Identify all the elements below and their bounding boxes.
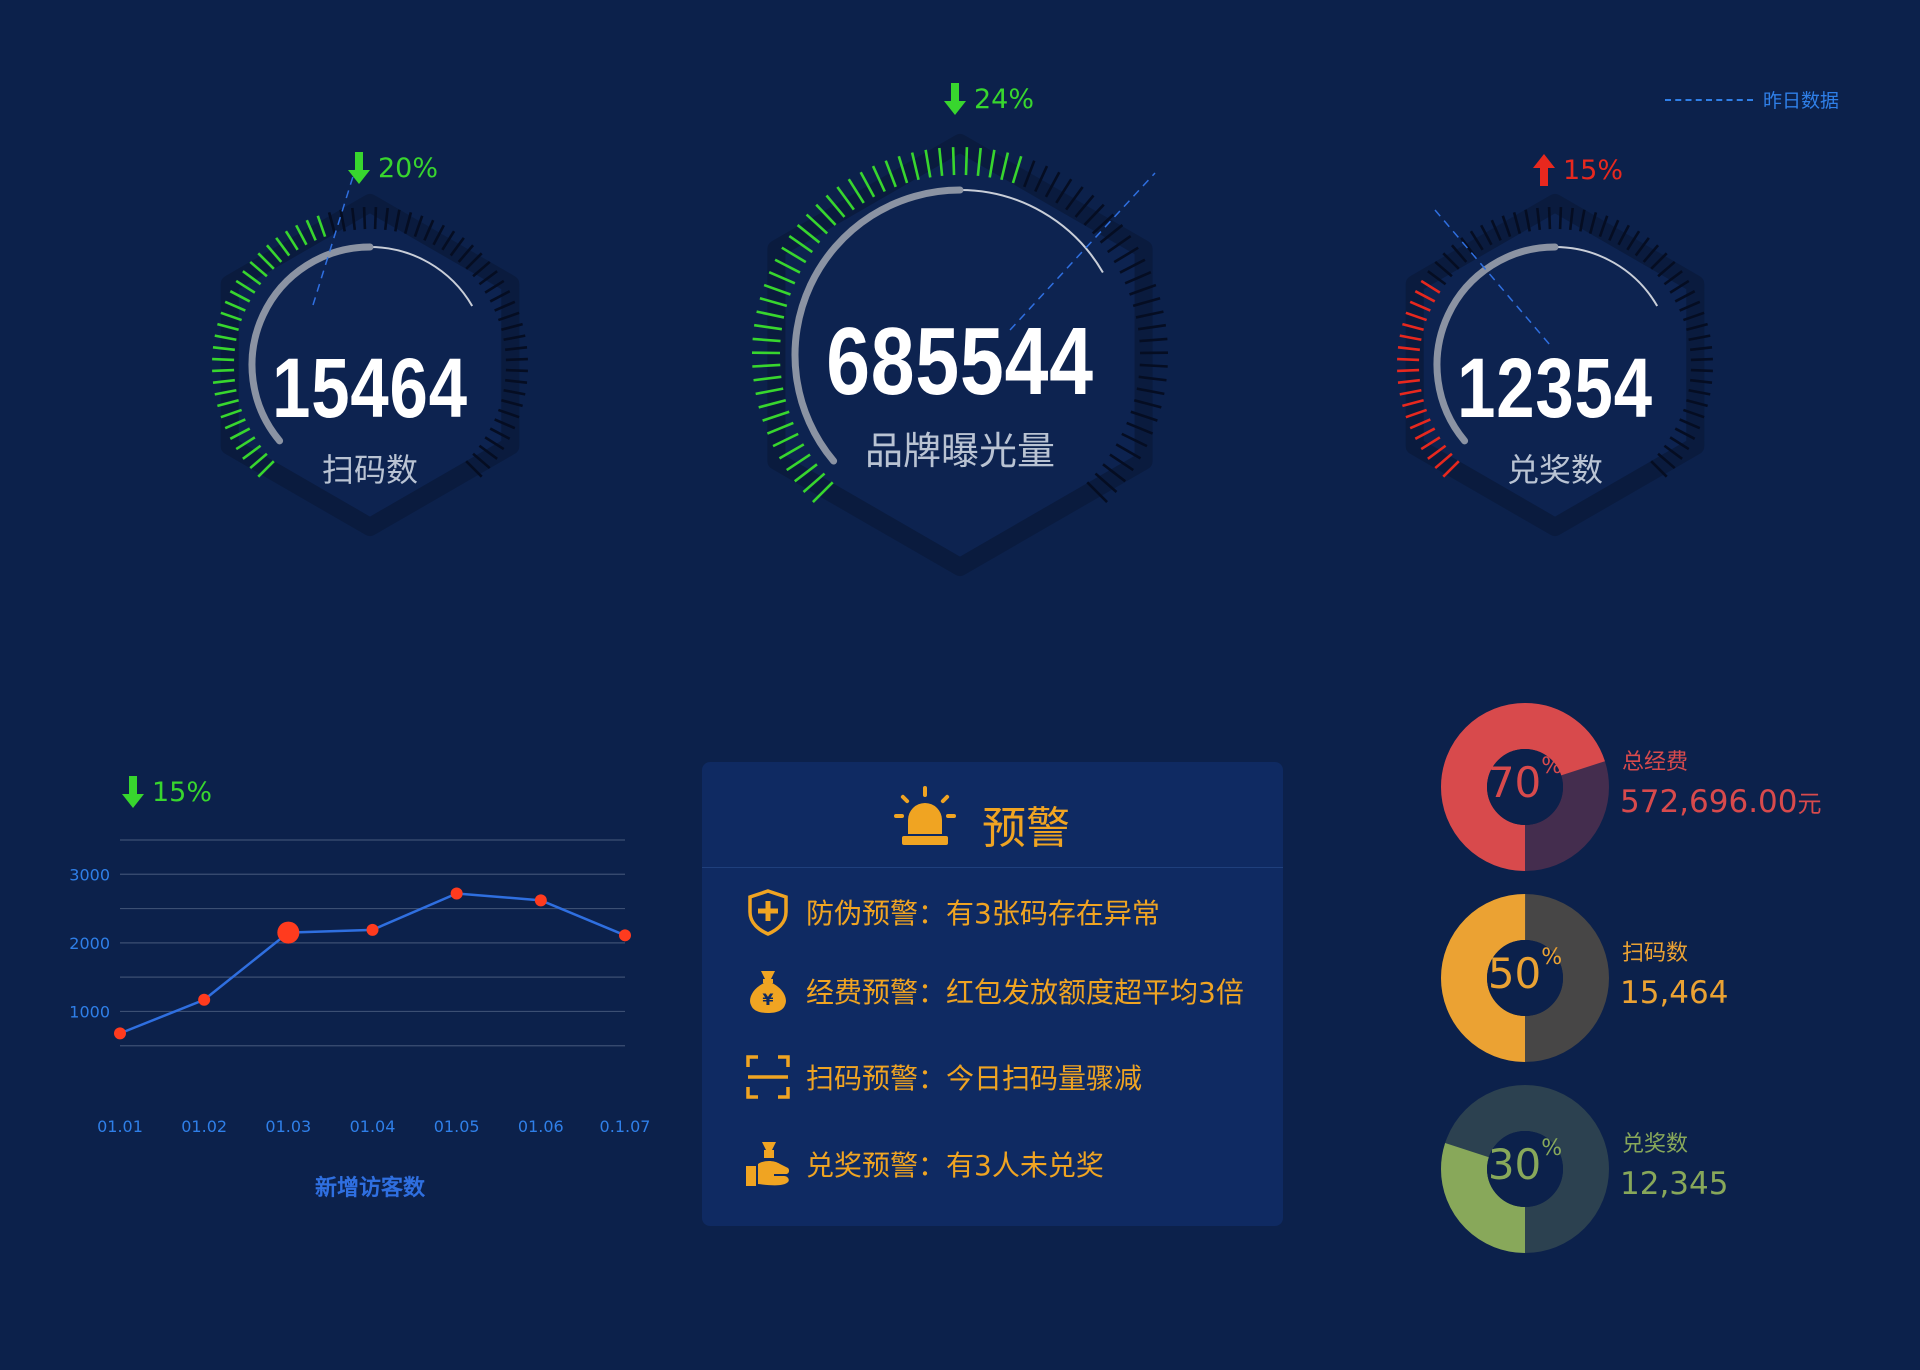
donut-value: 12,345 [1620, 1166, 1728, 1202]
warning-item-label: 防伪预警 [806, 897, 919, 930]
money-bag-icon: ¥ [744, 967, 792, 1015]
donut-scan-count: 50% 扫码数 15,464 [1440, 893, 1920, 1063]
legend: 昨日数据 [1665, 86, 1839, 113]
warning-title: 预警 [982, 803, 1070, 854]
donut-percent-sign: % [1541, 754, 1563, 779]
donut-percent-value: 30 [1487, 1140, 1542, 1189]
shield-plus-icon [744, 888, 792, 936]
warning-item-anticounterfeit: 防伪预警 ：有3张码存在异常 [744, 888, 1160, 936]
donut-label: 总经费 [1622, 750, 1689, 775]
donut-percent-sign: % [1541, 1136, 1563, 1161]
gauge-scan-count: 15464 扫码数 20% [170, 150, 570, 580]
gauge-redeem-count: 12354 兑奖数 15% [1355, 150, 1755, 580]
arrow-down-icon [348, 152, 370, 184]
data-point [534, 894, 547, 907]
gauge-tick [373, 207, 378, 230]
data-point [198, 993, 211, 1006]
warning-panel: 预警 防伪预警 ：有3张码存在异常 ¥ 经费预警 ：红包发放额度超平均3倍 扫码预警… [702, 762, 1283, 1226]
gauge-brand-exposure: 685544 品牌曝光量 24% [710, 83, 1210, 605]
gauge-delta-value: 20% [378, 152, 439, 184]
donut-value: 572,696.00元 [1620, 784, 1822, 820]
gauge-tick [362, 207, 367, 230]
warning-item-label: 经费预警 [806, 976, 919, 1009]
warning-item-scan: 扫码预警 ：今日扫码量骤减 [744, 1053, 1142, 1101]
warning-item-text: ：有3张码存在异常 [918, 897, 1160, 930]
x-tick-label: 01.05 [434, 1117, 480, 1136]
warning-item-redeem: 兑奖预警 ：有3人未兑奖 [744, 1140, 1104, 1188]
y-tick-label: 3000 [69, 865, 110, 884]
donut-percent: 30% [1440, 1136, 1610, 1189]
donut-percent-sign: % [1541, 945, 1563, 970]
donut-label: 扫码数 [1622, 941, 1689, 966]
donut-value-number: 15,464 [1620, 975, 1729, 1011]
donut-value-unit: 元 [1797, 790, 1822, 818]
gauge-delta-value: 24% [974, 83, 1035, 115]
warning-item-label: 扫码预警 [806, 1062, 919, 1095]
x-tick-label: 01.06 [518, 1117, 564, 1136]
x-tick-label: 01.01 [97, 1117, 143, 1136]
gauge-tick [1558, 207, 1563, 230]
legend-label: 昨日数据 [1763, 90, 1840, 112]
warning-item-text: ：红包发放额度超平均3倍 [918, 976, 1244, 1009]
warning-item-label: 兑奖预警 [806, 1149, 919, 1182]
donut-value-number: 12,345 [1620, 1166, 1729, 1202]
gauge-delta: 15% [1533, 154, 1623, 186]
donut-label: 兑奖数 [1622, 1132, 1689, 1157]
gauge-label: 兑奖数 [1506, 451, 1603, 489]
line-chart: 1000 2000 3000 01.01 01.02 01.03 01.04 01.05 01.… [60, 770, 660, 1210]
donut-value-number: 572,696.00 [1620, 784, 1798, 820]
donut-percent: 50% [1440, 945, 1610, 998]
scan-icon [744, 1053, 792, 1101]
arrow-down-icon [944, 83, 966, 115]
donut-percent: 70% [1440, 754, 1610, 807]
data-point [366, 923, 379, 936]
donut-value: 15,464 [1620, 975, 1728, 1011]
x-tick-label: 01.03 [265, 1117, 311, 1136]
warning-panel-header: 预警 [702, 762, 1283, 868]
donut-percent-value: 50 [1487, 949, 1542, 998]
data-point [619, 929, 631, 942]
chart-title: 新增访客数 [314, 1176, 425, 1201]
data-point [450, 887, 463, 900]
series-line [119, 892, 626, 1035]
gauge-label: 扫码数 [321, 451, 418, 489]
warning-item-text: ：有3人未兑奖 [918, 1149, 1104, 1182]
arrow-up-icon [1533, 154, 1555, 186]
siren-icon [894, 786, 956, 848]
data-point [277, 921, 300, 944]
data-point [114, 1027, 126, 1040]
legend-dash-line [1665, 98, 1753, 101]
x-tick-label: 01.02 [181, 1117, 227, 1136]
gauge-delta: 24% [944, 83, 1034, 115]
donut-total-budget: 70% 总经费 572,696.00元 [1440, 702, 1920, 872]
warning-item-text: ：今日扫码量骤减 [918, 1062, 1143, 1095]
line-chart-plot: 1000 2000 3000 01.01 01.02 01.03 01.04 01.05 01.… [69, 839, 651, 1136]
gauge-tick [1547, 207, 1552, 230]
gauge-delta-value: 15% [1563, 154, 1624, 186]
gauge-delta: 20% [348, 152, 438, 184]
gauge-label: 品牌曝光量 [864, 429, 1055, 473]
y-tick-label: 1000 [69, 1002, 110, 1021]
x-tick-label: 01.04 [350, 1117, 396, 1136]
warning-item-budget: ¥ 经费预警 ：红包发放额度超平均3倍 [744, 967, 1244, 1015]
gauge-tick [964, 147, 969, 176]
gauge-value: 685544 [826, 308, 1094, 415]
gauge-value: 12354 [1457, 341, 1653, 435]
y-tick-label: 2000 [69, 934, 110, 953]
donut-percent-value: 70 [1487, 758, 1542, 807]
svg-text:¥: ¥ [762, 990, 773, 1009]
gauge-tick [951, 147, 956, 176]
gauge-value: 15464 [272, 341, 468, 435]
donut-redeem-count: 30% 兑奖数 12,345 [1440, 1084, 1920, 1254]
hand-coin-icon [744, 1140, 792, 1188]
x-tick-label: 0.1.07 [600, 1117, 651, 1136]
